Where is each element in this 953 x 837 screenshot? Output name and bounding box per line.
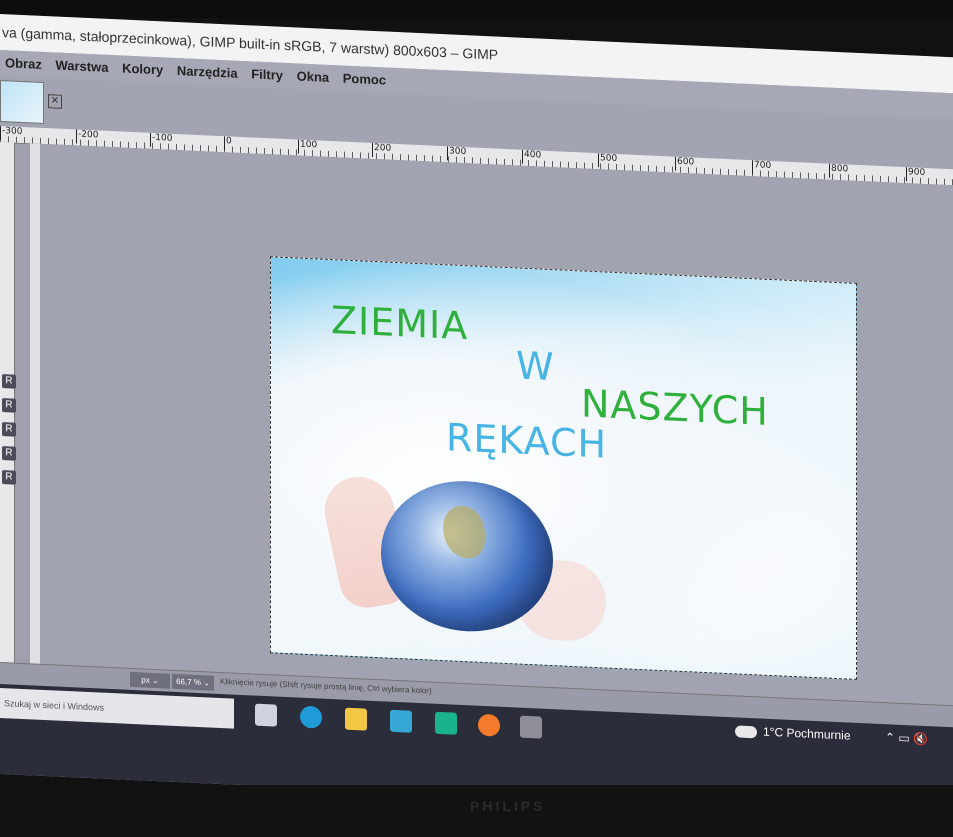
app-icon[interactable] bbox=[435, 711, 457, 735]
task-view-icon[interactable] bbox=[255, 703, 277, 727]
system-tray[interactable]: ⌃ ▭ 🔇 bbox=[885, 730, 928, 746]
menu-warstwa[interactable]: Warstwa bbox=[55, 53, 108, 81]
ruler-label: 900 bbox=[906, 167, 926, 183]
tool-options-panel: R R R R R bbox=[0, 142, 30, 663]
screen: va (gamma, stałoprzecinkowa), GIMP built… bbox=[0, 14, 953, 818]
image-thumbnail[interactable] bbox=[0, 80, 44, 124]
ruler-label: 800 bbox=[829, 163, 849, 179]
gimp-icon[interactable] bbox=[520, 715, 542, 739]
taskbar-search-input[interactable]: Szukaj w sieci i Windows bbox=[0, 688, 234, 729]
monitor-bezel-top bbox=[0, 0, 953, 18]
vertical-ruler[interactable] bbox=[30, 143, 40, 684]
tool-button[interactable]: R bbox=[2, 374, 16, 389]
weather-text: 1°C Pochmurnie bbox=[763, 724, 851, 743]
monitor-brand-logo: PHILIPS bbox=[470, 798, 546, 814]
ruler-label: 400 bbox=[522, 149, 542, 165]
menu-obraz[interactable]: Obraz bbox=[5, 50, 42, 78]
zoom-value: 66,7 % bbox=[176, 676, 201, 688]
firefox-icon[interactable] bbox=[478, 713, 500, 737]
ruler-label: 100 bbox=[298, 139, 318, 155]
ruler-label: 600 bbox=[675, 156, 695, 172]
text-ziemia[interactable]: ZIEMIA bbox=[331, 298, 468, 348]
ruler-label: -200 bbox=[76, 129, 99, 145]
menu-narzedzia[interactable]: Narzędzia bbox=[177, 58, 238, 87]
cloud-icon bbox=[735, 725, 757, 739]
tool-button[interactable]: R bbox=[2, 446, 16, 461]
image-canvas[interactable]: ZIEMIA W NASZYCH RĘKACH bbox=[270, 256, 857, 680]
status-message: Kliknięcie rysuje (Shift rysuje prostą l… bbox=[220, 676, 432, 696]
ruler-label: 200 bbox=[372, 142, 392, 158]
menu-okna[interactable]: Okna bbox=[297, 63, 330, 90]
zoom-select[interactable]: 66,7 % ⌄ bbox=[172, 673, 214, 691]
text-naszych[interactable]: NASZYCH bbox=[581, 381, 769, 434]
tool-button[interactable]: R bbox=[2, 470, 16, 485]
canvas-area[interactable]: ZIEMIA W NASZYCH RĘKACH bbox=[40, 143, 953, 706]
tool-button[interactable]: R bbox=[2, 398, 16, 413]
ruler-label: -100 bbox=[150, 132, 173, 148]
ruler-label: 0 bbox=[224, 136, 232, 151]
close-icon[interactable]: ✕ bbox=[48, 94, 62, 109]
tool-button[interactable]: R bbox=[2, 422, 16, 437]
unit-value: px bbox=[141, 675, 150, 685]
unit-select[interactable]: px ⌄ bbox=[130, 671, 170, 689]
ruler-label: -300 bbox=[0, 126, 23, 142]
text-rekach[interactable]: RĘKACH bbox=[446, 415, 607, 466]
ruler-label: 500 bbox=[598, 153, 618, 169]
menu-filtry[interactable]: Filtry bbox=[251, 61, 283, 88]
weather-widget[interactable]: 1°C Pochmurnie bbox=[735, 723, 851, 743]
file-explorer-icon[interactable] bbox=[345, 707, 367, 731]
menu-kolory[interactable]: Kolory bbox=[122, 56, 163, 84]
earth-globe-image bbox=[381, 477, 553, 636]
ruler-label: 700 bbox=[752, 160, 772, 176]
ruler-label: 300 bbox=[447, 146, 467, 162]
text-w[interactable]: W bbox=[516, 343, 555, 389]
store-icon[interactable] bbox=[390, 709, 412, 733]
menu-pomoc[interactable]: Pomoc bbox=[343, 66, 386, 94]
edge-icon[interactable] bbox=[300, 705, 322, 729]
